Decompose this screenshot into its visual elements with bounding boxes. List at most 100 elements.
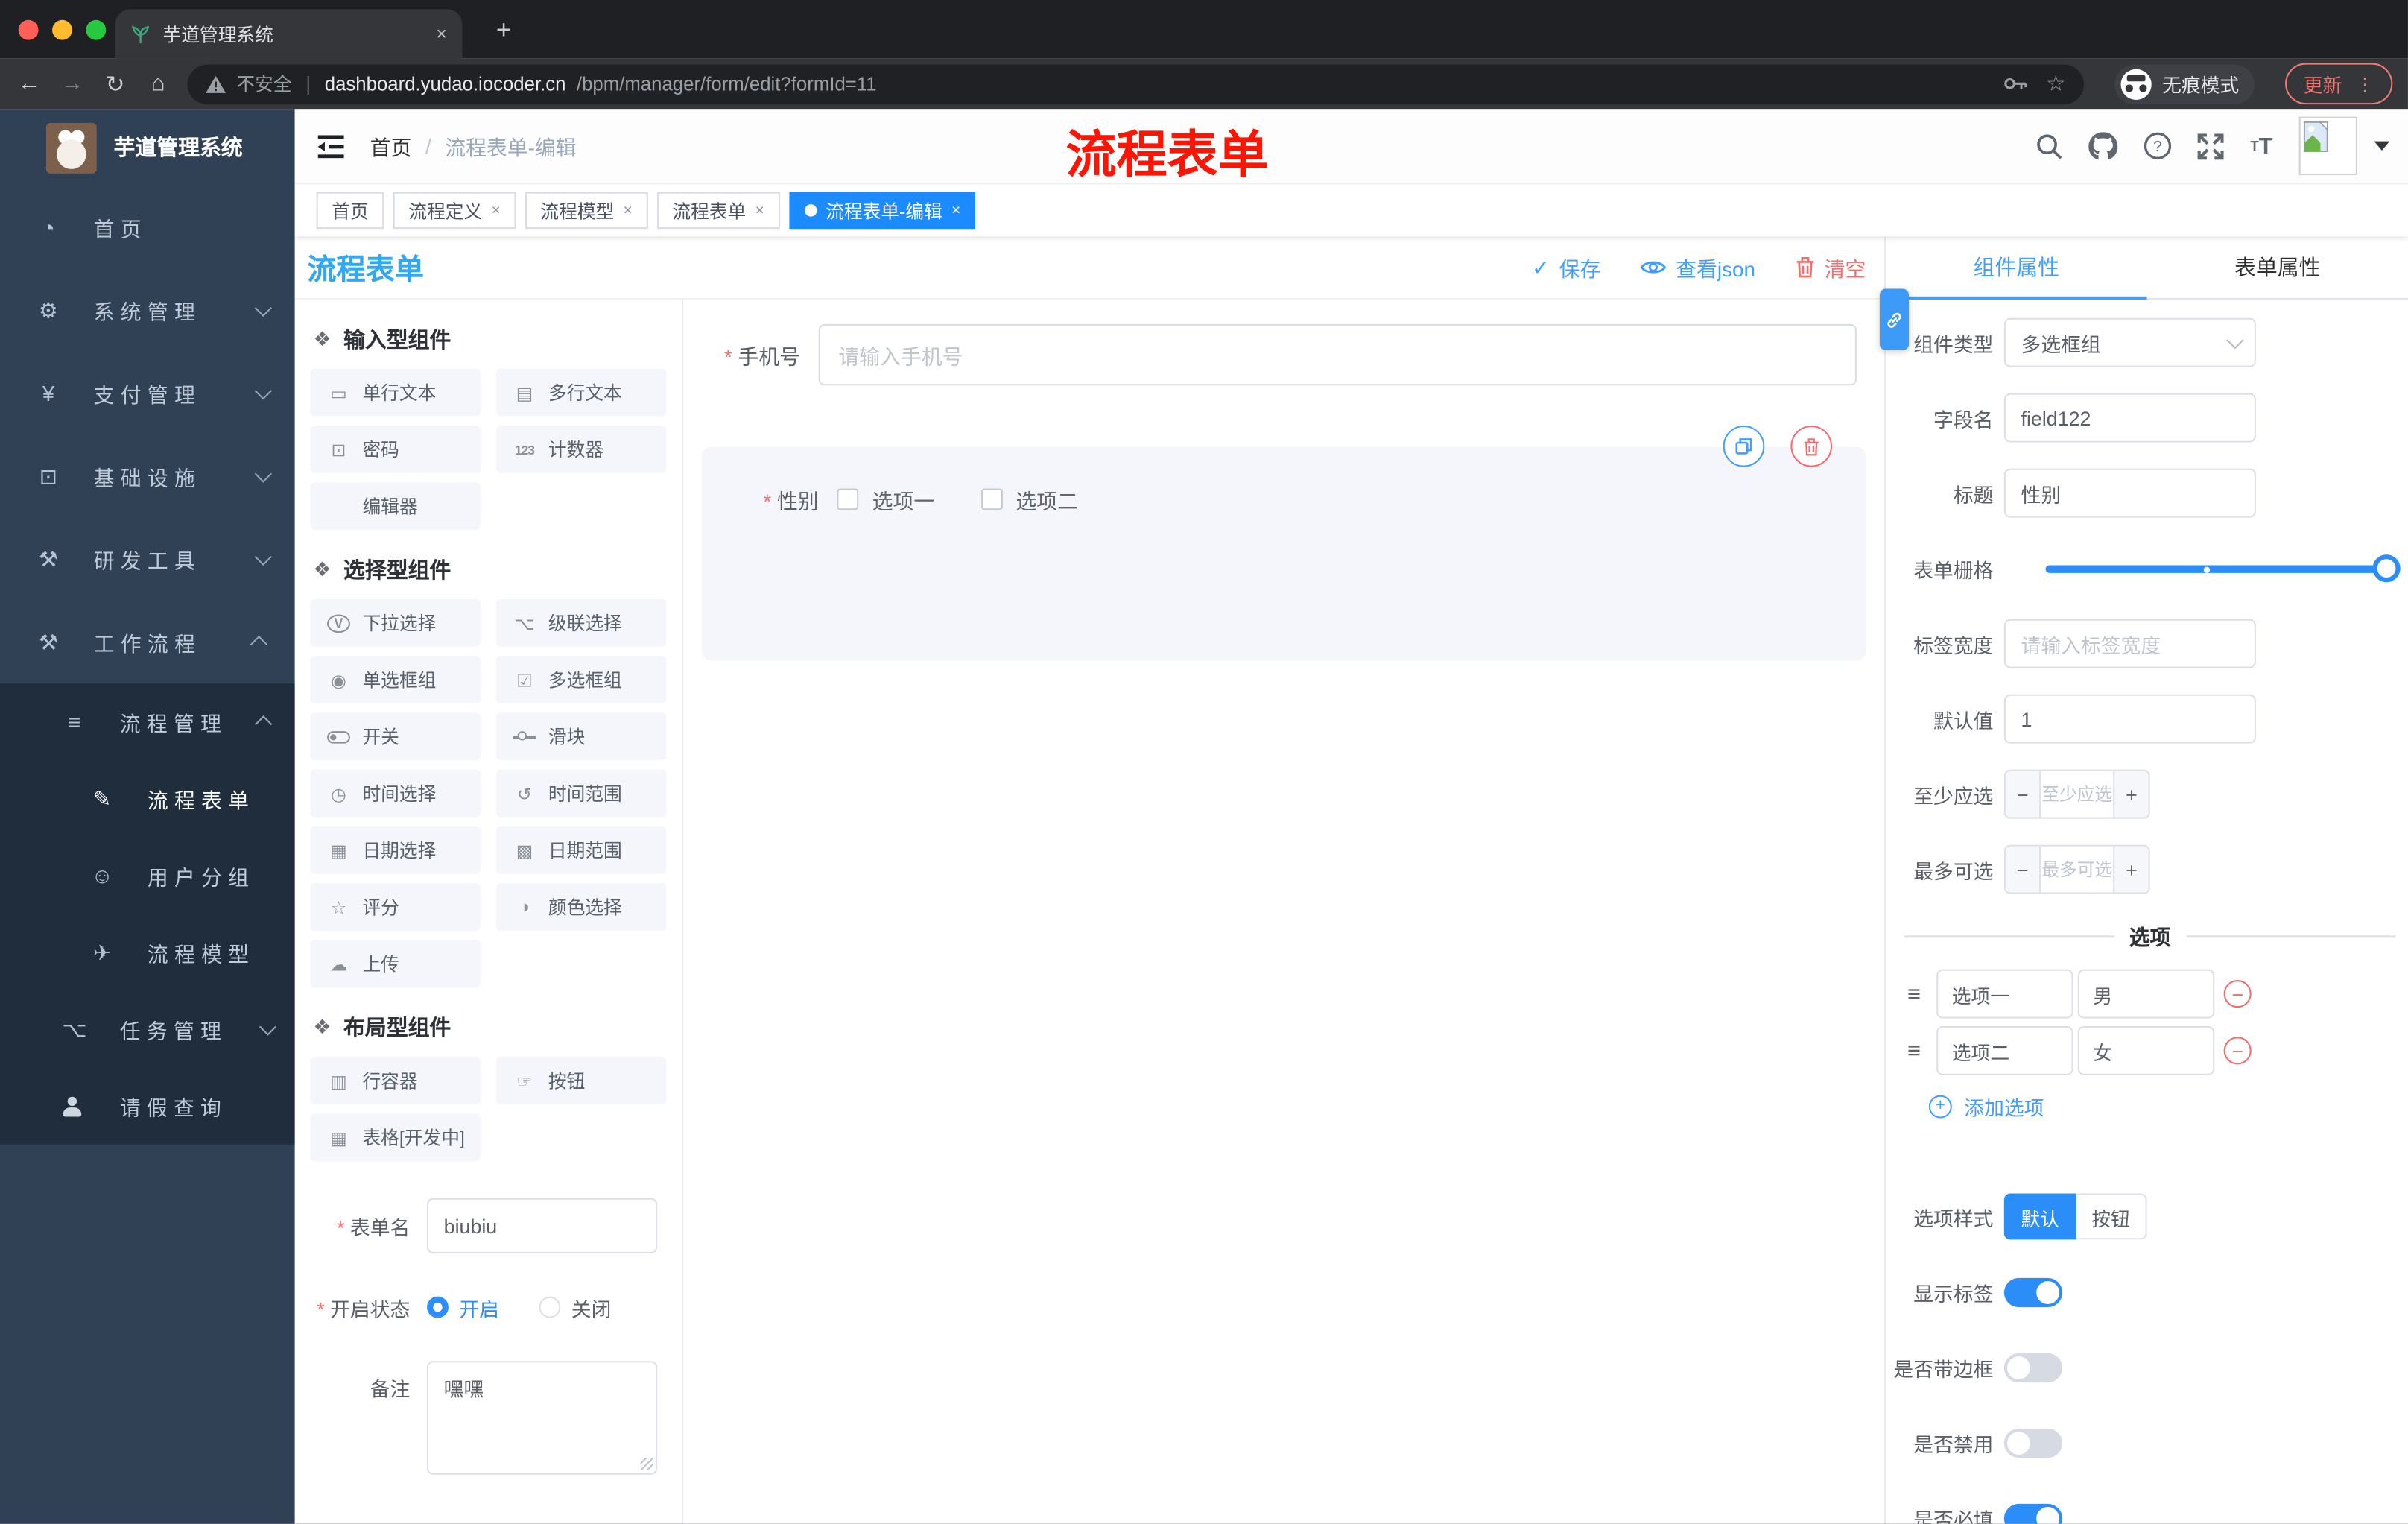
browser-tab[interactable]: 芋道管理系统 × bbox=[115, 9, 463, 59]
component-item[interactable]: ◑ 颜色选择 bbox=[495, 883, 667, 932]
status-on-radio[interactable]: 开启 bbox=[427, 1292, 499, 1321]
close-window-button[interactable] bbox=[18, 19, 39, 40]
reload-icon[interactable]: ↻ bbox=[101, 70, 129, 98]
min-select-input[interactable]: 至少应选 bbox=[2041, 771, 2114, 818]
sidebar-subitem[interactable]: 请假查询 bbox=[0, 1068, 295, 1145]
increment-button[interactable]: + bbox=[2113, 771, 2149, 818]
github-icon[interactable] bbox=[2088, 132, 2119, 160]
sidebar-item[interactable]: ¥ 支付管理 bbox=[0, 352, 295, 434]
toggle-switch[interactable] bbox=[2003, 1352, 2063, 1382]
component-item[interactable]: ▦ 表格[开发中] bbox=[310, 1113, 481, 1162]
tag-close-icon[interactable]: × bbox=[755, 202, 764, 219]
form-grid-slider[interactable] bbox=[2045, 544, 2401, 593]
kebab-menu-icon[interactable]: ⋮ bbox=[2356, 73, 2374, 95]
forward-icon[interactable]: → bbox=[58, 71, 86, 97]
breadcrumb-home[interactable]: 首页 bbox=[370, 130, 412, 161]
search-icon[interactable] bbox=[2037, 133, 2063, 159]
add-option-button[interactable]: + 添加选项 bbox=[1928, 1090, 2408, 1121]
decrement-button[interactable]: − bbox=[2005, 846, 2041, 893]
component-item[interactable]: ▩ 日期范围 bbox=[495, 826, 667, 874]
component-item[interactable]: ▦ 日期选择 bbox=[310, 826, 481, 874]
selected-component-block[interactable]: 性别 选项一 选项二 bbox=[701, 425, 1866, 661]
tab-component-props[interactable]: 组件属性 bbox=[1886, 236, 2147, 300]
bookmark-star-icon[interactable]: ☆ bbox=[2046, 71, 2065, 97]
tag-close-icon[interactable]: × bbox=[624, 202, 633, 219]
option-label-input[interactable]: 选项二 bbox=[1936, 1025, 2073, 1075]
gender-field-row[interactable]: 性别 选项一 选项二 bbox=[702, 447, 1866, 515]
phone-field-row[interactable]: 手机号 请输入手机号 bbox=[702, 323, 1857, 386]
sidebar-item[interactable]: ⚒ 工作流程 bbox=[0, 601, 295, 683]
address-bar[interactable]: 不安全 | dashboard.yudao.iocoder.cn/bpm/man… bbox=[187, 63, 2084, 104]
component-item[interactable]: 滑块 bbox=[495, 712, 667, 761]
component-item[interactable]: ▭ 单行文本 bbox=[310, 368, 481, 417]
drag-handle-icon[interactable]: ≡ bbox=[1907, 1037, 1932, 1063]
option-value-input[interactable]: 男 bbox=[2077, 969, 2215, 1019]
fullscreen-icon[interactable] bbox=[2198, 133, 2225, 159]
sidebar-item[interactable]: ⊡ 基础设施 bbox=[0, 434, 295, 517]
clear-button[interactable]: 清空 bbox=[1796, 252, 1866, 282]
component-item[interactable]: ☆ 评分 bbox=[310, 883, 481, 932]
component-item[interactable]: ▤ 多行文本 bbox=[495, 368, 667, 417]
toggle-switch[interactable] bbox=[2003, 1277, 2063, 1307]
style-button-button[interactable]: 按钮 bbox=[2076, 1193, 2147, 1240]
avatar-caret-icon[interactable] bbox=[2374, 141, 2390, 151]
page-tag[interactable]: 流程模型 × bbox=[525, 192, 648, 230]
form-name-input[interactable]: biubiu bbox=[427, 1198, 658, 1253]
new-tab-button[interactable]: + bbox=[485, 12, 522, 48]
style-default-button[interactable]: 默认 bbox=[2003, 1193, 2076, 1240]
component-item[interactable]: ☑ 多选框组 bbox=[495, 656, 667, 704]
help-icon[interactable]: ? bbox=[2144, 132, 2172, 159]
avatar[interactable] bbox=[2298, 116, 2357, 175]
minimize-window-button[interactable] bbox=[52, 19, 72, 40]
font-size-icon[interactable]: TT bbox=[2250, 133, 2272, 159]
remove-option-button[interactable]: − bbox=[2223, 980, 2252, 1008]
phone-input[interactable]: 请输入手机号 bbox=[818, 323, 1857, 386]
delete-component-button[interactable] bbox=[1790, 425, 1833, 467]
gender-option-checkbox[interactable]: 选项二 bbox=[980, 484, 1078, 514]
component-item[interactable]: ☞ 按钮 bbox=[495, 1057, 667, 1105]
component-item[interactable]: ▥ 行容器 bbox=[310, 1057, 481, 1105]
sidebar-subitem[interactable]: ✎ 流程表单 bbox=[0, 760, 295, 837]
component-item[interactable]: ◷ 时间选择 bbox=[310, 769, 481, 818]
tab-close-icon[interactable]: × bbox=[436, 23, 446, 45]
default-value-input[interactable]: 1 bbox=[2003, 694, 2256, 744]
sidebar-subitem[interactable]: ☺ 用户分组 bbox=[0, 837, 295, 914]
label-width-input[interactable]: 请输入标签宽度 bbox=[2003, 619, 2256, 668]
page-tag[interactable]: 流程表单 × bbox=[656, 192, 780, 230]
component-item[interactable]: ☁ 上传 bbox=[310, 940, 481, 988]
component-type-select[interactable]: 多选框组 bbox=[2003, 317, 2256, 367]
toggle-switch[interactable] bbox=[2003, 1427, 2063, 1458]
component-item[interactable]: ⌥ 级联选择 bbox=[495, 598, 667, 647]
page-tag[interactable]: 流程定义 × bbox=[393, 192, 516, 230]
decrement-button[interactable]: − bbox=[2005, 771, 2041, 818]
page-tag[interactable]: 首页 × bbox=[316, 192, 384, 230]
save-button[interactable]: ✓ 保存 bbox=[1532, 252, 1600, 282]
slider-handle[interactable] bbox=[2372, 554, 2401, 583]
link-tag-button[interactable] bbox=[1879, 288, 1910, 350]
sidebar-subitem[interactable]: ≡ 流程管理 bbox=[0, 683, 295, 760]
option-label-input[interactable]: 选项一 bbox=[1936, 969, 2073, 1019]
sidebar-subitem[interactable]: ⌥ 任务管理 bbox=[0, 990, 295, 1067]
tag-close-icon[interactable]: × bbox=[492, 202, 501, 219]
sidebar-item[interactable]: ⚒ 研发工具 bbox=[0, 518, 295, 601]
back-icon[interactable]: ← bbox=[16, 71, 43, 97]
component-item[interactable]: ∨ 下拉选择 bbox=[310, 598, 481, 647]
sidebar-item[interactable]: ◔ 首页 bbox=[0, 186, 295, 268]
component-item[interactable]: 编辑器 bbox=[310, 482, 481, 531]
title-input[interactable]: 性别 bbox=[2003, 468, 2256, 518]
component-item[interactable]: 开关 bbox=[310, 712, 481, 761]
form-canvas[interactable]: 手机号 请输入手机号 bbox=[683, 299, 1885, 1524]
component-item[interactable]: 123 计数器 bbox=[495, 425, 667, 473]
field-name-input[interactable]: field122 bbox=[2003, 393, 2256, 443]
sidebar-subitem[interactable]: ✈ 流程模型 bbox=[0, 914, 295, 990]
status-off-radio[interactable]: 关闭 bbox=[539, 1292, 611, 1321]
copy-component-button[interactable] bbox=[1723, 425, 1765, 467]
drag-handle-icon[interactable]: ≡ bbox=[1907, 981, 1932, 1007]
component-item[interactable]: ◉ 单选框组 bbox=[310, 656, 481, 704]
gender-option-checkbox[interactable]: 选项一 bbox=[837, 484, 934, 514]
key-icon[interactable] bbox=[2005, 77, 2028, 91]
collapse-sidebar-icon[interactable] bbox=[317, 134, 344, 158]
sidebar-item[interactable]: ⚙ 系统管理 bbox=[0, 269, 295, 352]
page-tag[interactable]: 流程表单-编辑 × bbox=[788, 192, 976, 230]
remark-textarea[interactable]: 嘿嘿 bbox=[427, 1361, 658, 1475]
